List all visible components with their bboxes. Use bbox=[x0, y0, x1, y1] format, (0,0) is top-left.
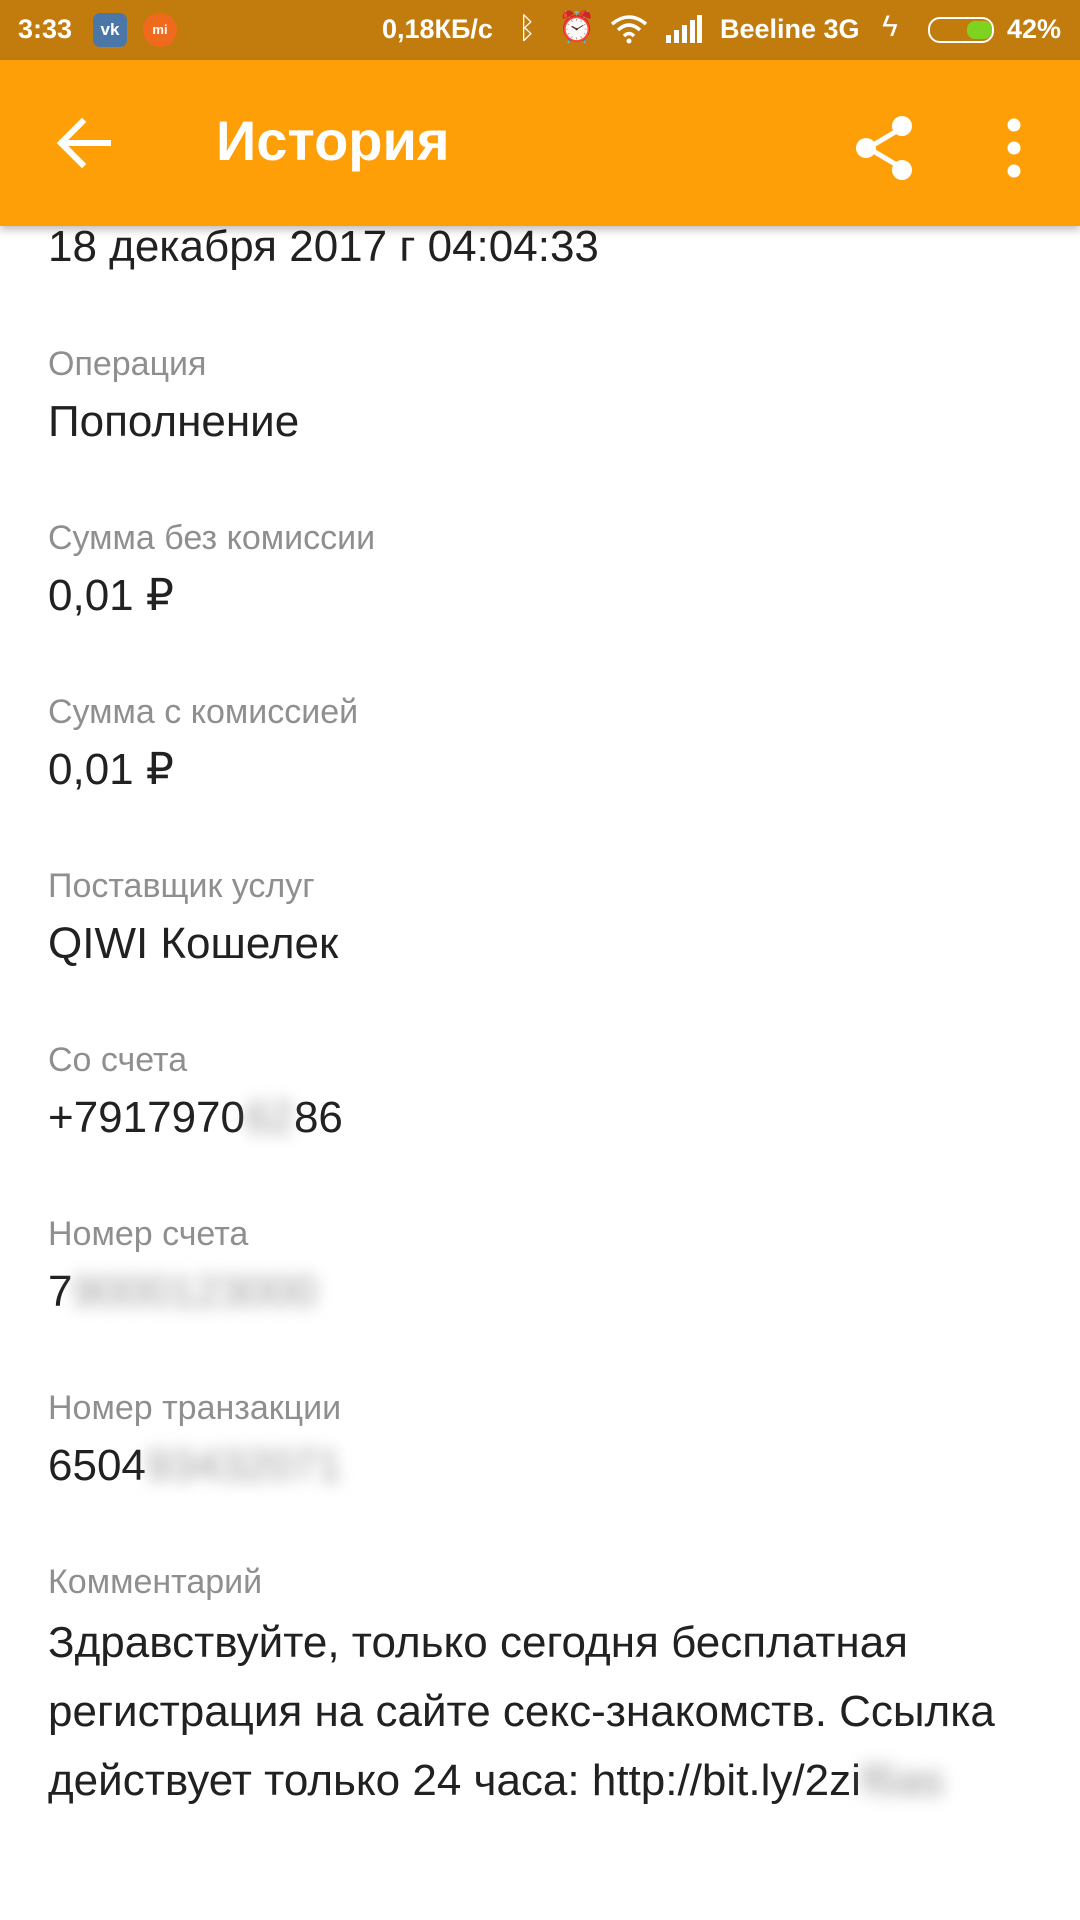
field-account-number: Номер счета 79000123000 bbox=[48, 1214, 1038, 1318]
field-label: Номер счета bbox=[48, 1215, 249, 1253]
app-bar: История bbox=[0, 60, 1080, 226]
carrier-name: Beeline 3G bbox=[720, 14, 860, 44]
bluetooth-icon: ᛒ bbox=[518, 12, 536, 45]
mi-icon: mi bbox=[143, 13, 177, 47]
field-value: 0,01 ₽ bbox=[48, 571, 174, 620]
from-account-start: +7917970 bbox=[48, 1093, 245, 1142]
battery-fill bbox=[967, 21, 992, 39]
battery-percent: 42% bbox=[1007, 14, 1062, 44]
field-value: +79179706286 bbox=[48, 1092, 1038, 1144]
wifi-icon bbox=[610, 15, 648, 44]
field-label: Сумма без комиссии bbox=[48, 519, 376, 557]
page-title: История bbox=[216, 109, 450, 172]
vk-icon: vk bbox=[93, 13, 127, 47]
field-label: Поставщик услуг bbox=[48, 867, 315, 905]
blurred-link-tail: f6as bbox=[860, 1756, 945, 1805]
signal-icon bbox=[666, 15, 702, 43]
charging-icon: ϟ bbox=[882, 10, 898, 43]
field-value: 0,01 ₽ bbox=[48, 745, 174, 794]
field-label: Операция bbox=[48, 345, 207, 383]
field-value: Пополнение bbox=[48, 397, 300, 446]
comment-body: Здравствуйте, только сегодня бесплатная … bbox=[48, 1618, 995, 1805]
field-value: 79000123000 bbox=[48, 1266, 1038, 1318]
field-label: Комментарий bbox=[48, 1563, 263, 1601]
blurred-digits: 62 bbox=[245, 1093, 294, 1142]
arrow-left-icon bbox=[56, 117, 111, 169]
status-time: 3:33 bbox=[18, 14, 73, 44]
share-icon bbox=[856, 116, 912, 180]
field-operation: Операция Пополнение bbox=[48, 344, 1038, 448]
alarm-icon: ⏰ bbox=[558, 11, 596, 44]
share-button[interactable] bbox=[846, 108, 926, 188]
more-vert-icon bbox=[1007, 118, 1021, 178]
back-button[interactable] bbox=[40, 98, 130, 188]
field-value: 650493432071 bbox=[48, 1440, 1038, 1492]
field-amount-with-fee: Сумма с комиссией 0,01 ₽ bbox=[48, 692, 1038, 796]
field-transaction-number: Номер транзакции 650493432071 bbox=[48, 1388, 1038, 1492]
comment-text: Здравствуйте, только сегодня бесплатная … bbox=[48, 1608, 1048, 1815]
blurred-digits: 9000123000 bbox=[72, 1267, 318, 1316]
field-provider: Поставщик услуг QIWI Кошелек bbox=[48, 866, 1038, 970]
network-speed: 0,18КБ/с bbox=[382, 14, 493, 44]
status-bar: 3:33 vk mi 0,18КБ/с ᛒ ⏰ Beeline 3G ϟ 42% bbox=[0, 0, 1080, 60]
field-label: Со счета bbox=[48, 1041, 188, 1079]
more-options-button[interactable] bbox=[982, 108, 1042, 188]
from-account-end: 86 bbox=[293, 1093, 343, 1142]
transaction-date: 18 декабря 2017 г 04:04:33 bbox=[48, 222, 599, 271]
account-number-start: 7 bbox=[48, 1267, 73, 1316]
battery-icon bbox=[928, 17, 994, 43]
field-from-account: Со счета +79179706286 bbox=[48, 1040, 1038, 1144]
field-label: Сумма с комиссией bbox=[48, 693, 359, 731]
field-comment: Комментарий Здравствуйте, только сегодня… bbox=[48, 1562, 1038, 1815]
blurred-digits: 93432071 bbox=[145, 1441, 342, 1490]
field-label: Номер транзакции bbox=[48, 1389, 342, 1427]
transaction-number-start: 6504 bbox=[48, 1441, 146, 1490]
field-amount-no-fee: Сумма без комиссии 0,01 ₽ bbox=[48, 518, 1038, 622]
field-value: QIWI Кошелек bbox=[48, 919, 339, 968]
